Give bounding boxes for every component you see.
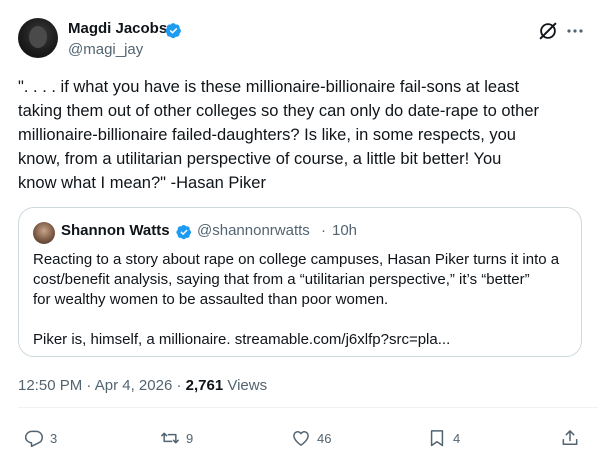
quote-author-name: Shannon Watts — [61, 222, 170, 239]
views-label: Views — [227, 377, 268, 394]
avatar[interactable] — [18, 18, 58, 58]
author-name[interactable]: Magdi Jacobs — [68, 20, 167, 37]
bookmark-button[interactable]: 4 — [427, 428, 460, 448]
retweet-count: 9 — [186, 430, 194, 446]
share-icon — [562, 430, 578, 445]
divider — [18, 407, 598, 408]
bookmark-icon — [430, 430, 444, 447]
quote-text-second-paragraph: Piker is, himself, a millionaire. stream… — [33, 331, 451, 348]
meta-dot: · — [86, 377, 92, 394]
heart-icon — [293, 431, 309, 446]
quote-text: Reacting to a story about rape on colleg… — [33, 251, 560, 308]
quote-timestamp: 10h — [332, 222, 358, 239]
author-handle[interactable]: @magi_jay — [68, 41, 143, 58]
tweet-text: ". . . . if what you have is these milli… — [18, 78, 539, 192]
bookmark-count: 4 — [453, 430, 461, 446]
share-button[interactable] — [560, 428, 580, 448]
quote-verified-badge-icon — [176, 225, 191, 240]
reply-count: 3 — [50, 430, 58, 446]
like-count: 46 — [317, 430, 332, 446]
tweet-metadata: 12:50 PM · Apr 4, 2026 · 2,761 Views — [18, 377, 267, 394]
quote-separator: · — [321, 222, 326, 239]
retweet-button[interactable]: 9 — [160, 428, 193, 448]
tweet-date[interactable]: Apr 4, 2026 — [95, 377, 173, 394]
views-count: 2,761 — [185, 377, 224, 394]
tweet-time[interactable]: 12:50 PM — [18, 377, 82, 394]
like-button[interactable]: 46 — [291, 428, 331, 448]
quote-avatar[interactable] — [33, 222, 55, 244]
reply-button[interactable]: 3 — [24, 428, 57, 448]
quote-tweet-card[interactable]: Shannon Watts @shannonrwatts · 10h React… — [18, 207, 582, 357]
retweet-icon — [161, 432, 179, 444]
more-icon[interactable] — [566, 24, 584, 38]
reply-icon — [24, 430, 43, 448]
meta-dot: · — [176, 377, 182, 394]
quote-author-handle: @shannonrwatts — [197, 222, 310, 239]
verified-badge-icon — [165, 23, 181, 39]
grok-icon[interactable] — [537, 20, 559, 42]
tweet-card: Magdi Jacobs @magi_jay ". . . . if what … — [0, 0, 616, 459]
